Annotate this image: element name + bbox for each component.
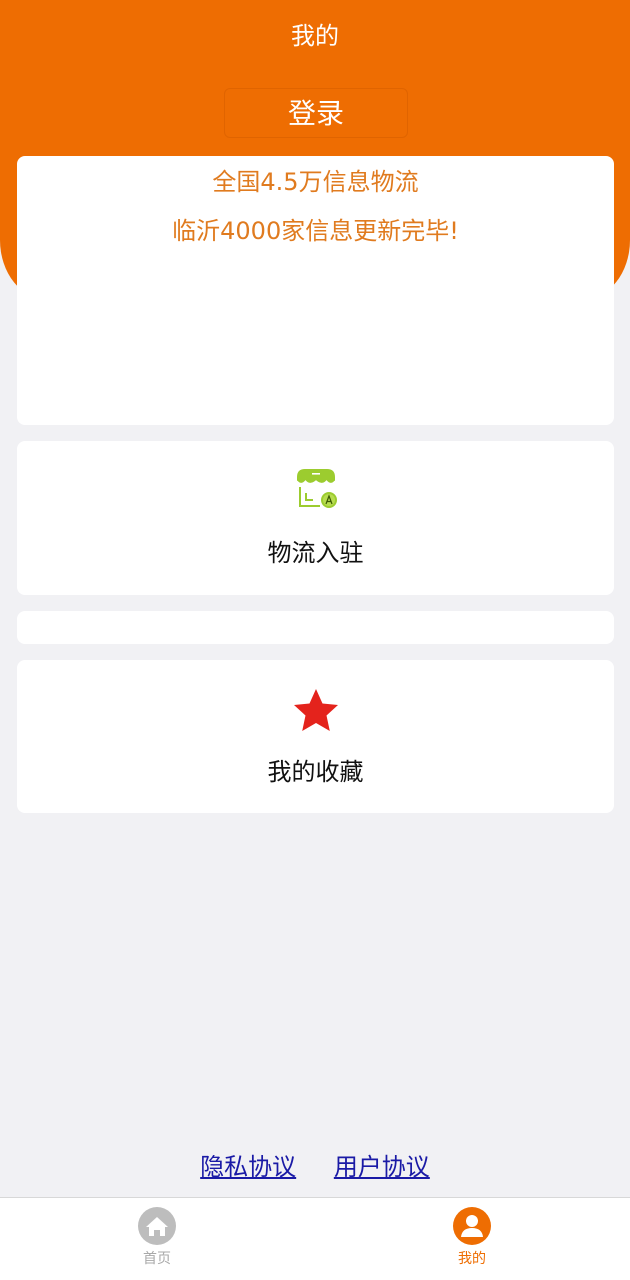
privacy-policy-link[interactable]: 隐私协议 [200,1153,296,1181]
logistics-entry-label: 物流入驻 [267,539,364,567]
empty-card [17,611,614,644]
user-icon [453,1207,491,1245]
user-agreement-link[interactable]: 用户协议 [334,1153,430,1181]
info-card: 全国4.5万信息物流 临沂4000家信息更新完毕! [17,156,614,425]
home-icon [138,1207,176,1245]
info-headline: 全国4.5万信息物流 [212,168,419,196]
tab-mine[interactable]: 我的 [412,1206,532,1276]
my-favorites-card[interactable]: 我的收藏 [17,660,614,813]
storefront-icon [296,469,337,508]
logistics-entry-card[interactable]: 物流入驻 [17,441,614,595]
my-favorites-label: 我的收藏 [267,758,364,786]
bottom-tab-bar: 首页 我的 [0,1197,630,1280]
info-subline: 临沂4000家信息更新完毕! [172,217,459,245]
agreement-links: 隐私协议 用户协议 [0,1150,630,1184]
page-title: 我的 [291,22,339,50]
login-button[interactable]: 登录 [224,88,408,138]
star-icon [294,689,338,731]
tab-home-label: 首页 [143,1251,171,1267]
tab-mine-label: 我的 [458,1251,486,1267]
tab-home[interactable]: 首页 [97,1206,217,1276]
